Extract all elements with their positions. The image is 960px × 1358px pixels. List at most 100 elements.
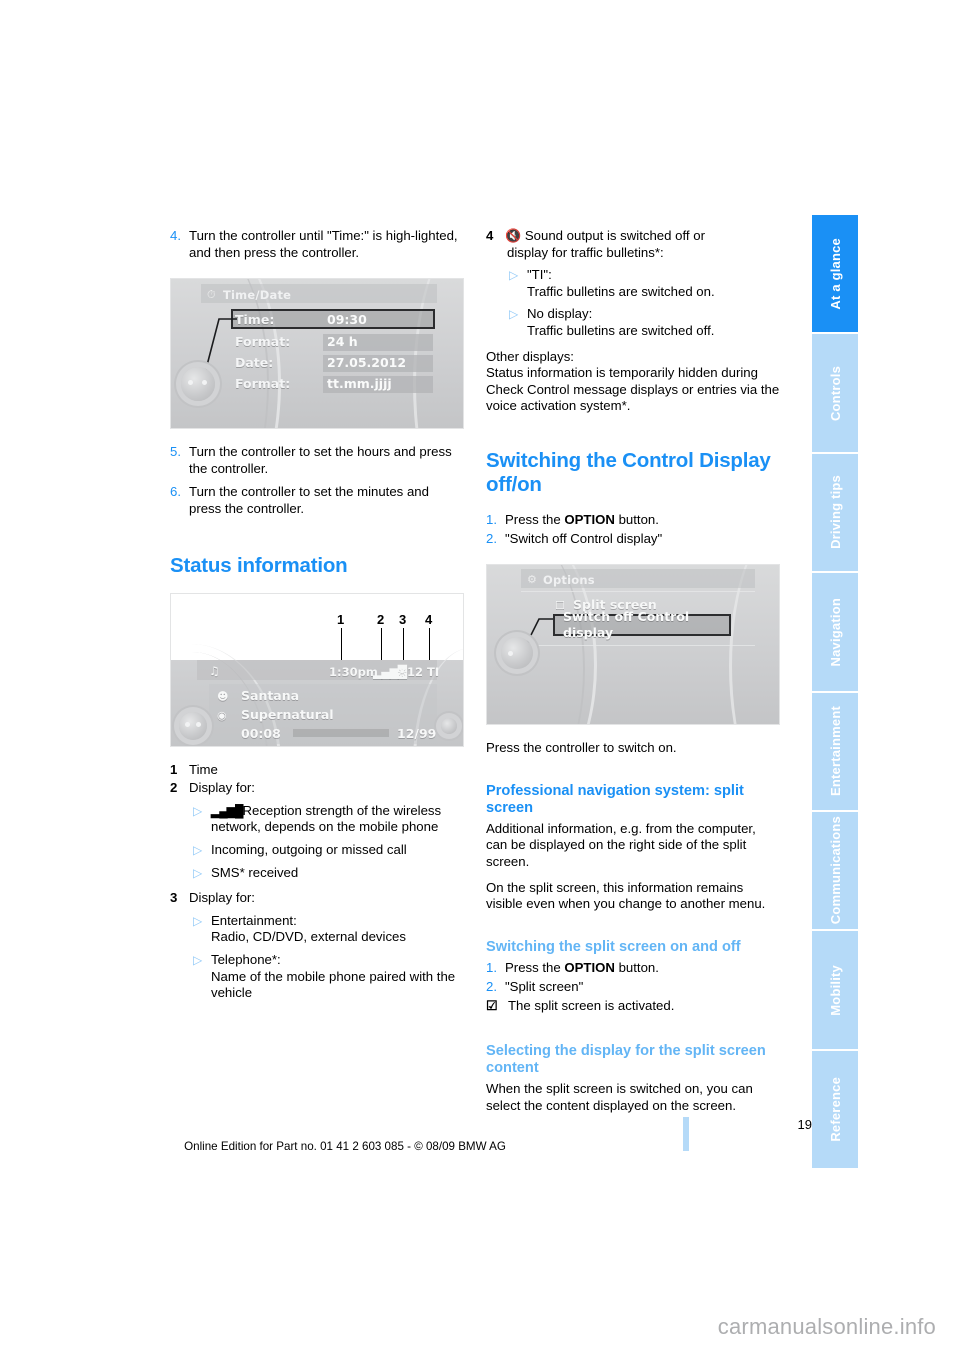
step-text-post: button.: [614, 960, 659, 976]
bullet-line-2: Traffic bulletins are switched on.: [527, 283, 715, 299]
switching-step-1: 1. Press the OPTION button.: [486, 512, 780, 529]
step-4: 4. Turn the controller until "Time:" is …: [170, 228, 464, 261]
sidebar-item-entertainment[interactable]: Entertainment: [812, 692, 862, 810]
checkmark-box-icon: ☑: [486, 998, 498, 1014]
left-content-column: 4. Turn the controller until "Time:" is …: [170, 228, 464, 1002]
sidebar-item-reference[interactable]: Reference: [812, 1050, 862, 1168]
signal-bars-icon: ▂▄▆█: [211, 803, 243, 818]
legend-number: 3: [170, 890, 178, 906]
knob-dot: [202, 380, 207, 386]
callout-line: [403, 627, 404, 660]
disc-icon: ◉: [217, 708, 227, 722]
step-text: Turn the controller to set the minutes a…: [189, 484, 429, 516]
bullet-call-status: ▷ Incoming, outgoing or missed call: [170, 842, 464, 859]
bullet-entertainment: ▷ Entertainment: Radio, CD/DVD, external…: [170, 913, 464, 946]
divider: [521, 591, 755, 593]
row-label: Time:: [235, 312, 275, 328]
bullet-line-1: "TI":: [527, 267, 552, 283]
section-heading-status-information: Status information: [170, 553, 348, 577]
callout-number-1: 1: [337, 611, 345, 627]
row-label: Format:: [235, 376, 291, 392]
tab-edge: [858, 811, 862, 930]
step-5: 5. Turn the controller to set the hours …: [170, 444, 464, 477]
legend-number: 2: [170, 780, 178, 796]
elapsed-time: 00:08: [241, 725, 281, 741]
sidebar-item-mobility[interactable]: Mobility: [812, 931, 862, 1049]
timedate-screenshot: ⏱ Time/Date Time: 09:30 Format: 24 h Dat…: [170, 278, 464, 430]
artist-icon: ☻: [217, 689, 229, 703]
legend-text: 🔇 Sound output is switched off or displa…: [505, 228, 780, 261]
note-text: The split screen is activated.: [508, 998, 675, 1014]
step-number: 1.: [486, 511, 497, 527]
step-text: Press the OPTION button.: [505, 512, 780, 529]
bullet-text: Entertainment: Radio, CD/DVD, external d…: [211, 913, 464, 946]
timedate-row: Time: 09:30: [235, 312, 433, 329]
step-text: "Split screen": [505, 978, 584, 994]
subsection-heading-selecting-display: Selecting the display for the split scre…: [486, 1042, 766, 1077]
sidebar-item-communications[interactable]: Communications: [812, 811, 862, 930]
tab-edge: [858, 334, 862, 452]
step-text: Turn the controller until "Time:" is hig…: [189, 228, 458, 260]
step-text-pre: Press the: [505, 511, 565, 527]
legend-line-2: display for traffic bulletins*:: [507, 244, 664, 260]
knob-dot: [185, 722, 190, 728]
status-traffic-indicator: TI: [427, 664, 440, 679]
option-label: Switch off Control display: [563, 608, 690, 641]
sidebar-item-at-a-glance[interactable]: At a glance: [812, 215, 862, 333]
status-time: 1:30pm: [329, 664, 378, 679]
step-number: 2.: [486, 530, 497, 546]
option-button-label: OPTION: [564, 511, 615, 527]
idrive-controller-knob: [179, 711, 207, 740]
legend-text: Display for:: [189, 890, 255, 906]
triangle-bullet-icon: ▷: [193, 952, 203, 967]
sidebar-item-label: Driving tips: [827, 475, 843, 550]
tab-edge: [858, 215, 862, 333]
subsection-heading-switching-split-screen: Switching the split screen on and off: [486, 938, 741, 955]
legend-item-1: 1 Time: [170, 762, 464, 779]
callout-line: [381, 627, 382, 660]
tab-edge: [858, 931, 862, 1049]
options-screenshot: ⚙ Options ☐ Split screen Switch off Cont…: [486, 564, 780, 726]
bullet-text: SMS* received: [211, 864, 299, 880]
triangle-bullet-icon: ▷: [193, 865, 203, 880]
sidebar-item-navigation[interactable]: Navigation: [812, 573, 862, 691]
bullet-text: Incoming, outgoing or missed call: [211, 841, 407, 857]
profnav-paragraph-2: On the split screen, this information re…: [486, 879, 766, 912]
triangle-bullet-icon: ▷: [193, 803, 203, 818]
legend-item-2: 2 Display for:: [170, 780, 464, 797]
tab-edge: [858, 1050, 862, 1168]
timedate-row: Format: tt.mm.jjjj: [235, 376, 433, 393]
knob-dot: [508, 650, 513, 656]
sidebar-item-label: Controls: [827, 365, 843, 421]
callout-line: [429, 627, 430, 660]
option-button-label: OPTION: [564, 960, 615, 976]
track-counter: 12/99: [397, 725, 437, 741]
tab-edge: [858, 692, 862, 810]
row-value: 09:30: [327, 312, 367, 328]
legend-item-3: 3 Display for:: [170, 890, 464, 907]
right-content-column: 4 🔇 Sound output is switched off or disp…: [486, 228, 780, 1114]
sidebar-item-driving-tips[interactable]: Driving tips: [812, 453, 862, 572]
knob-dot: [188, 380, 193, 386]
mute-icon: 🔇: [505, 228, 522, 243]
legend-text: Time: [189, 761, 218, 777]
bullet-ti-on: ▷ "TI": Traffic bulletins are switched o…: [486, 267, 780, 300]
options-gear-icon: ⚙: [527, 573, 537, 587]
progress-bar: [293, 728, 389, 737]
press-controller-text: Press the controller to switch on.: [486, 740, 677, 756]
row-value: 24 h: [323, 334, 433, 351]
temperature-icon: ☀: [397, 664, 408, 679]
step-text-pre: Press the: [505, 960, 565, 976]
triangle-bullet-icon: ▷: [509, 307, 519, 322]
row-label: Date:: [235, 355, 274, 371]
row-value: 27.05.2012: [323, 355, 433, 372]
row-value: tt.mm.jjjj: [323, 376, 433, 393]
other-displays-text: Status information is temporarily hidden…: [486, 365, 780, 414]
legend-item-4: 4 🔇 Sound output is switched off or disp…: [486, 228, 780, 261]
legend-number: 4: [486, 228, 494, 243]
sidebar-item-controls[interactable]: Controls: [812, 334, 862, 452]
sidebar-item-label: Mobility: [827, 964, 843, 1016]
timedate-row: Date: 27.05.2012: [235, 355, 433, 372]
bullet-line-1: Telephone*:: [211, 951, 281, 967]
footer-edition-note: Online Edition for Part no. 01 41 2 603 …: [184, 1140, 506, 1153]
